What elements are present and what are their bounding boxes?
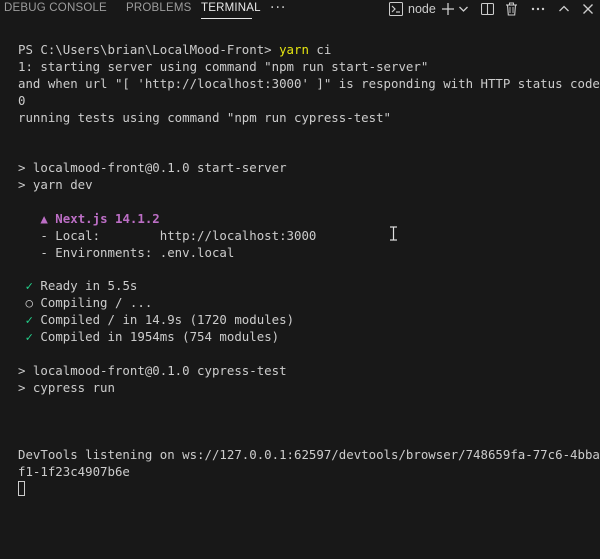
plus-icon <box>442 3 454 15</box>
terminal-line: running tests using command "npm run cyp… <box>18 110 593 127</box>
success-check-icon: ✓ <box>25 312 33 328</box>
terminal-text: ▲ Next.js 14.1.2 <box>40 210 160 226</box>
tab-problems[interactable]: PROBLEMS <box>126 2 192 14</box>
terminal-output[interactable]: PS C:\Users\brian\LocalMood-Front> yarn … <box>18 42 600 498</box>
terminal-text: > localmood-front@0.1.0 start-server <box>18 160 287 176</box>
more-icon <box>531 7 545 11</box>
terminal-text: yarn <box>279 42 309 57</box>
terminal-text: Compiled / in 14.9s (1720 modules) <box>32 312 295 328</box>
terminal-icon <box>389 2 403 16</box>
terminal-line: and when url "[ 'http://localhost:3000' … <box>18 76 600 93</box>
terminal-text: and when url "[ 'http://localhost:3000' … <box>18 75 600 91</box>
terminal-cursor <box>18 481 25 497</box>
terminal-line: > localmood-front@0.1.0 cypress-test <box>18 363 593 380</box>
terminal-line: ✓ Ready in 5.5s <box>18 278 593 295</box>
terminal-line: ✓ Compiled in 1954ms (754 modules) <box>18 329 593 346</box>
terminal-line: 1: starting server using command "npm ru… <box>18 59 593 76</box>
active-tab-indicator <box>201 18 252 19</box>
terminal-text: running tests using command "npm run cyp… <box>18 109 391 125</box>
close-icon <box>583 4 593 14</box>
terminal-text: PS C:\Users\brian\LocalMood-Front> <box>18 42 280 57</box>
kill-terminal-button[interactable] <box>505 0 518 18</box>
tab-terminal[interactable]: TERMINAL <box>201 2 261 14</box>
terminal-line: PS C:\Users\brian\LocalMood-Front> yarn … <box>18 42 593 59</box>
terminal-line: - Environments: .env.local <box>18 245 593 262</box>
terminal-line: > yarn dev <box>18 177 593 194</box>
launch-profile-dropdown[interactable] <box>458 0 469 18</box>
terminal-text: - Local: http://localhost:3000 <box>18 227 317 243</box>
terminal-line: ○ Compiling / ... <box>18 295 593 312</box>
terminal-line: > localmood-front@0.1.0 start-server <box>18 160 593 177</box>
terminal-text: Ready in 5.5s <box>32 278 138 294</box>
terminal-line: ▲ Next.js 14.1.2 <box>18 211 593 228</box>
terminal-text: - Environments: .env.local <box>18 244 235 260</box>
terminal-text: ○ Compiling / ... <box>18 295 153 311</box>
trash-icon <box>506 2 517 16</box>
terminal-text: > cypress run <box>18 379 115 395</box>
panel-tab-bar: DEBUG CONSOLE PROBLEMS TERMINAL ··· node <box>0 0 600 20</box>
terminal-line: - Local: http://localhost:3000 <box>18 228 593 245</box>
terminal-text: 1: starting server using command "npm ru… <box>18 58 429 74</box>
terminal-line: DevTools listening on ws://127.0.0.1:625… <box>18 447 600 464</box>
terminal-text: Compiled in 1954ms (754 modules) <box>32 329 280 345</box>
tab-debug-console[interactable]: DEBUG CONSOLE <box>4 2 107 14</box>
success-check-icon: ✓ <box>25 329 33 345</box>
ellipsis-icon[interactable]: ··· <box>270 0 286 16</box>
terminal-text: DevTools listening on ws://127.0.0.1:625… <box>18 447 600 463</box>
split-terminal-button[interactable] <box>481 0 494 18</box>
terminal-text: f1-1f23c4907b6e <box>18 464 130 480</box>
terminal-text: > yarn dev <box>18 177 93 193</box>
terminal-line: f1-1f23c4907b6e <box>18 464 593 481</box>
shell-selector[interactable]: node <box>389 0 436 18</box>
terminal-line: > cypress run <box>18 380 593 397</box>
terminal-text: ci <box>308 42 332 57</box>
split-icon <box>481 2 494 16</box>
chevron-down-icon <box>459 6 468 12</box>
success-check-icon: ✓ <box>25 278 33 294</box>
text-cursor-icon <box>390 226 397 241</box>
chevron-up-icon <box>559 5 569 12</box>
shell-name-label: node <box>408 2 436 16</box>
terminal-input-line[interactable] <box>18 481 593 498</box>
terminal-text: 0 <box>18 92 26 108</box>
close-panel-button[interactable] <box>582 0 594 18</box>
terminal-line: ✓ Compiled / in 14.9s (1720 modules) <box>18 312 593 329</box>
terminal-line: 0 <box>18 93 593 110</box>
maximize-panel-button[interactable] <box>558 0 570 18</box>
terminal-text: > localmood-front@0.1.0 cypress-test <box>18 362 287 378</box>
new-terminal-button[interactable] <box>441 0 455 18</box>
more-actions-button[interactable] <box>531 0 545 18</box>
